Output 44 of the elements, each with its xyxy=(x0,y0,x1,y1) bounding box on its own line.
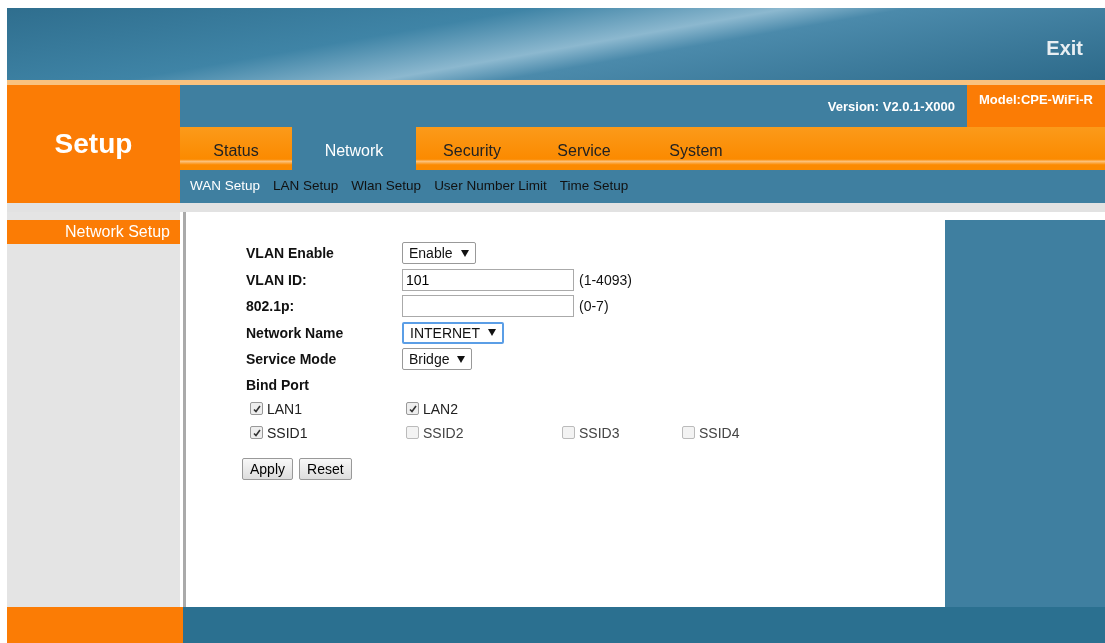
field-label: Network Name xyxy=(246,324,345,341)
exit-link[interactable]: Exit xyxy=(1046,36,1083,60)
checkbox-label: SSID1 xyxy=(267,424,308,441)
field-label: Service Mode xyxy=(246,351,338,368)
input-field[interactable] xyxy=(402,295,574,318)
dropdown[interactable]: INTERNET xyxy=(402,321,504,344)
caret-icon xyxy=(488,329,496,337)
caret-icon xyxy=(457,355,466,363)
form-button[interactable]: Apply xyxy=(242,457,294,480)
checkbox-label: SSID4 xyxy=(699,424,740,441)
checkbox-label: LAN1 xyxy=(267,400,303,417)
input-field[interactable]: 101 xyxy=(402,268,574,291)
checkbox-label: LAN2 xyxy=(423,400,459,417)
subnav-link[interactable]: Wlan Setup xyxy=(349,177,433,196)
model-label: Model:CPE-WiFi-R xyxy=(967,85,1105,127)
subnav-link[interactable]: User Number Limit xyxy=(432,177,558,196)
checkbox[interactable] xyxy=(250,426,263,439)
setup-title: Setup xyxy=(54,128,133,160)
checkbox[interactable] xyxy=(250,402,263,415)
checkbox[interactable] xyxy=(406,402,419,415)
dropdown[interactable]: Enable xyxy=(402,242,476,265)
checkbox[interactable] xyxy=(682,426,695,439)
version-text: Version: V2.0.1-X000 xyxy=(827,98,955,114)
nav-tab[interactable]: Network xyxy=(292,127,416,170)
dropdown[interactable]: Bridge xyxy=(402,348,473,371)
range-hint: (1-4093) xyxy=(579,271,632,288)
field-label: VLAN ID: xyxy=(246,271,308,288)
form-button[interactable]: Reset xyxy=(299,457,352,480)
field-label: 802.1p: xyxy=(246,298,296,315)
subnav-link[interactable]: LAN Setup xyxy=(271,177,350,196)
field-label: VLAN Enable xyxy=(246,245,335,262)
section-label: Bind Port xyxy=(246,375,310,395)
nav-tab[interactable]: Status xyxy=(180,127,292,170)
checkbox-label: SSID3 xyxy=(579,424,620,441)
subnav-link[interactable]: Time Setup xyxy=(557,177,640,196)
range-hint: (0-7) xyxy=(579,298,609,315)
nav-tab[interactable]: System xyxy=(640,127,752,170)
nav-tab[interactable]: Security xyxy=(416,127,528,170)
checkbox[interactable] xyxy=(562,426,575,439)
nav-tab[interactable]: Service xyxy=(528,127,640,170)
checkbox[interactable] xyxy=(406,426,419,439)
subnav-link[interactable]: WAN Setup xyxy=(188,177,272,196)
checkbox-label: SSID2 xyxy=(423,424,464,441)
caret-icon xyxy=(460,249,469,257)
